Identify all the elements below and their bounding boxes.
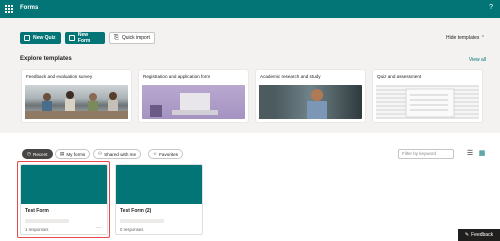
app-title[interactable]: Forms bbox=[20, 5, 38, 11]
template-label: Quiz and assessment bbox=[377, 74, 422, 79]
template-label: Academic research and study bbox=[260, 74, 321, 79]
view-all-link[interactable]: View all bbox=[469, 57, 486, 63]
tab-favorites[interactable]: ☆ Favorites bbox=[148, 149, 184, 159]
new-quiz-label: New Quiz bbox=[33, 35, 56, 41]
form-placeholder bbox=[120, 219, 164, 223]
template-image bbox=[376, 85, 479, 119]
template-card[interactable]: Quiz and assessment bbox=[373, 70, 482, 122]
top-bar: Forms ? bbox=[0, 0, 500, 18]
hide-templates-button[interactable]: Hide templates ⌃ bbox=[446, 35, 485, 41]
hide-templates-label: Hide templates bbox=[446, 35, 480, 41]
quiz-icon bbox=[24, 35, 30, 41]
template-image bbox=[25, 85, 128, 119]
form-icon bbox=[69, 35, 75, 41]
template-label: Feedback and evaluation survey bbox=[26, 74, 93, 79]
help-icon[interactable]: ? bbox=[489, 4, 493, 11]
form-title: Test Form bbox=[25, 208, 49, 214]
form-responses: 0 responses bbox=[120, 227, 144, 232]
form-responses: 1 responses bbox=[25, 227, 49, 232]
people-icon: ⚇ bbox=[98, 151, 103, 156]
quick-import-button[interactable]: ⎘ Quick import bbox=[109, 32, 155, 44]
form-thumbnail bbox=[21, 165, 107, 204]
form-placeholder bbox=[25, 219, 69, 223]
tab-recent[interactable]: ◷ Recent bbox=[22, 149, 53, 159]
tab-label: Favorites bbox=[159, 151, 179, 157]
feedback-label: Feedback bbox=[471, 232, 494, 238]
list-view-icon[interactable]: ☰ bbox=[466, 150, 474, 158]
form-title: Test Form (2) bbox=[120, 208, 152, 214]
template-image bbox=[259, 85, 362, 119]
tab-label: My forms bbox=[66, 151, 86, 157]
templates-heading: Explore templates bbox=[20, 56, 72, 62]
quick-import-label: Quick import bbox=[121, 35, 150, 41]
form-card[interactable]: Test Form 1 responses ··· bbox=[20, 164, 108, 235]
new-form-button[interactable]: New Form bbox=[65, 32, 105, 44]
feedback-button[interactable]: ✎ Feedback bbox=[458, 229, 500, 241]
chevron-up-icon: ⌃ bbox=[480, 35, 485, 41]
new-form-label: New Form bbox=[77, 32, 91, 44]
grid-view-icon[interactable]: ▦ bbox=[478, 150, 486, 158]
tab-my-forms[interactable]: ▤ My forms bbox=[55, 149, 91, 159]
template-card[interactable]: Academic research and study bbox=[256, 70, 365, 122]
app-launcher-icon[interactable] bbox=[5, 5, 13, 13]
template-image bbox=[142, 85, 245, 119]
tab-label: Recent bbox=[33, 151, 48, 157]
new-quiz-button[interactable]: New Quiz bbox=[20, 32, 61, 44]
tab-label: Shared with me bbox=[104, 151, 137, 157]
star-icon: ☆ bbox=[153, 151, 158, 156]
document-icon: ▤ bbox=[60, 151, 65, 156]
feedback-icon: ✎ bbox=[464, 232, 470, 238]
clock-icon: ◷ bbox=[27, 151, 32, 156]
more-options-icon[interactable]: ··· bbox=[96, 225, 102, 231]
form-card[interactable]: Test Form (2) 0 responses bbox=[115, 164, 203, 235]
template-card[interactable]: Feedback and evaluation survey bbox=[22, 70, 131, 122]
tab-shared-with-me[interactable]: ⚇ Shared with me bbox=[93, 149, 142, 159]
template-label: Registration and application form bbox=[143, 74, 211, 79]
template-card[interactable]: Registration and application form bbox=[139, 70, 248, 122]
import-icon: ⎘ bbox=[114, 34, 119, 41]
filter-keyword-input[interactable]: Filter by keyword bbox=[398, 149, 454, 159]
form-thumbnail bbox=[116, 165, 202, 204]
